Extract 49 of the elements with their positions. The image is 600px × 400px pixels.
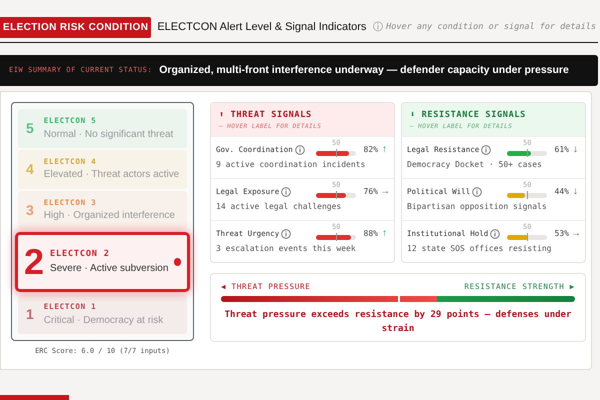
signal-value: 61% <box>554 144 569 156</box>
summary-text: Organized, multi-front interference underway — defender capacity under pressure <box>159 62 569 78</box>
info-icon[interactable] <box>281 229 292 239</box>
signal-value: 44% <box>554 186 569 198</box>
level-description: Severe · Active subversion <box>50 262 168 276</box>
midpoint-mark <box>336 149 337 157</box>
midpoint-mark <box>527 149 528 157</box>
signal-detail: 14 active legal challenges <box>216 201 342 213</box>
level-description: High · Organized interference <box>44 209 175 224</box>
level-description: Critical · Democracy at risk <box>44 314 164 328</box>
signal-value: 88% <box>362 228 378 240</box>
page-title: ELECTCON Alert Level & Signal Indicators <box>157 20 366 35</box>
midpoint-mark <box>336 233 337 241</box>
midpoint-mark <box>336 191 337 199</box>
info-icon[interactable] <box>490 229 500 239</box>
signal-detail: 12 state SOS offices resisting <box>407 243 552 255</box>
level-number: 3 <box>26 200 34 220</box>
signal-detail: 9 active coordination incidents <box>216 159 366 171</box>
level-name: ELECTCON 2 <box>50 248 111 262</box>
level-number: 5 <box>26 118 34 138</box>
signal-value: 53% <box>554 228 569 240</box>
trend-arrow: ↑ <box>381 145 388 155</box>
panel-title: ⬇ RESISTANCE SIGNALS <box>410 110 527 121</box>
signal-value: 82% <box>362 144 378 156</box>
midpoint-mark <box>527 233 528 241</box>
info-icon: ⓘ <box>373 20 384 34</box>
info-icon[interactable] <box>281 187 292 197</box>
level-description: Elevated · Threat actors active <box>44 168 180 182</box>
trend-arrow: ↑ <box>381 229 388 239</box>
signal-detail: Democracy Docket · 50+ cases <box>407 159 543 171</box>
hover-hint: Hover any condition or signal for details <box>386 20 596 34</box>
panel-title: ⬆ THREAT SIGNALS <box>219 110 313 121</box>
signal-value: 76% <box>362 186 378 198</box>
info-icon[interactable] <box>294 145 305 155</box>
balance-verdict: Threat pressure exceeds resistance by 29 points — defenses under strain <box>224 308 572 336</box>
condition-badge: ELECTION RISK CONDITION <box>0 16 152 38</box>
midpoint-mark <box>527 191 528 199</box>
level-number: 2 <box>24 244 44 280</box>
trend-arrow: → <box>571 229 580 239</box>
level-description: Normal · No significant threat <box>44 128 174 142</box>
trend-arrow: ↓ <box>572 187 579 197</box>
signal-detail: Bipartisan opposition signals <box>407 201 548 213</box>
info-icon[interactable] <box>472 187 482 197</box>
info-icon[interactable] <box>481 145 492 155</box>
level-number: 1 <box>26 305 34 324</box>
level-number: 4 <box>26 160 34 179</box>
trend-arrow: ↓ <box>572 145 579 155</box>
trend-arrow: → <box>380 187 389 197</box>
signal-detail: 3 escalation events this week <box>216 243 357 255</box>
